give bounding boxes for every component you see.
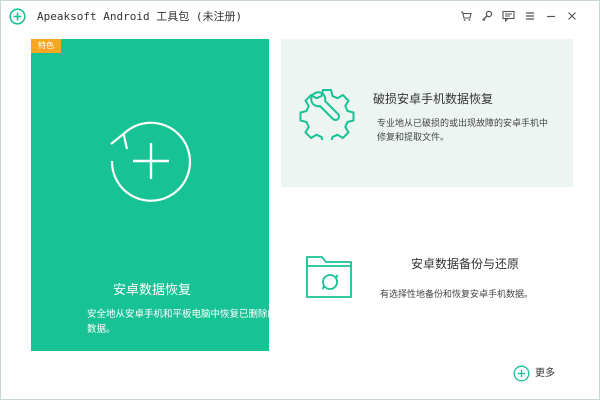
app-window: Apeaksoft Android 工具包 (未注册) 特色 安卓数据恢复 安全… [0,0,600,400]
menu-icon [526,12,534,20]
plus-circle-icon [513,365,530,382]
cart-button[interactable] [459,9,473,23]
cart-icon [461,11,472,21]
broken-android-recovery-card[interactable]: 破损安卓手机数据恢复 专业地从已破损的或出现故障的安卓手机中修复和提取文件。 [281,39,573,187]
key-icon [482,10,493,21]
folder-sync-icon [306,256,352,298]
broken-android-recovery-title: 破损安卓手机数据恢复 [373,92,494,106]
close-button[interactable] [565,9,579,23]
android-backup-restore-card[interactable]: 安卓数据备份与还原 有选择性地备份和恢复安卓手机数据。 [281,199,573,339]
register-button[interactable] [480,9,494,23]
minimize-button[interactable] [544,9,558,23]
more-label: 更多 [535,368,555,379]
gear-wrench-icon [299,89,355,140]
broken-android-recovery-description: 专业地从已破损的或出现故障的安卓手机中修复和提取文件。 [377,119,549,143]
featured-badge: 特色 [31,39,61,53]
more-button[interactable]: 更多 [513,365,563,383]
android-backup-restore-title: 安卓数据备份与还原 [411,257,520,271]
android-backup-restore-description: 有选择性地备份和恢复安卓手机数据。 [380,290,534,300]
feedback-icon [501,10,515,22]
title-bar: Apeaksoft Android 工具包 (未注册) [1,1,599,31]
android-data-recovery-title: 安卓数据恢复 [113,283,192,298]
android-data-recovery-description: 安全地从安卓手机和平板电脑中恢复已删除的数据。 [87,309,278,335]
menu-button[interactable] [523,9,537,23]
restore-plus-icon [110,121,192,202]
android-data-recovery-card[interactable]: 特色 安卓数据恢复 安全地从安卓手机和平板电脑中恢复已删除的数据。 [31,39,277,351]
minimize-icon [547,15,555,18]
feedback-button[interactable] [501,9,515,23]
window-title: Apeaksoft Android 工具包 (未注册) [37,10,243,23]
app-logo-icon [9,8,26,25]
close-icon [568,12,576,20]
